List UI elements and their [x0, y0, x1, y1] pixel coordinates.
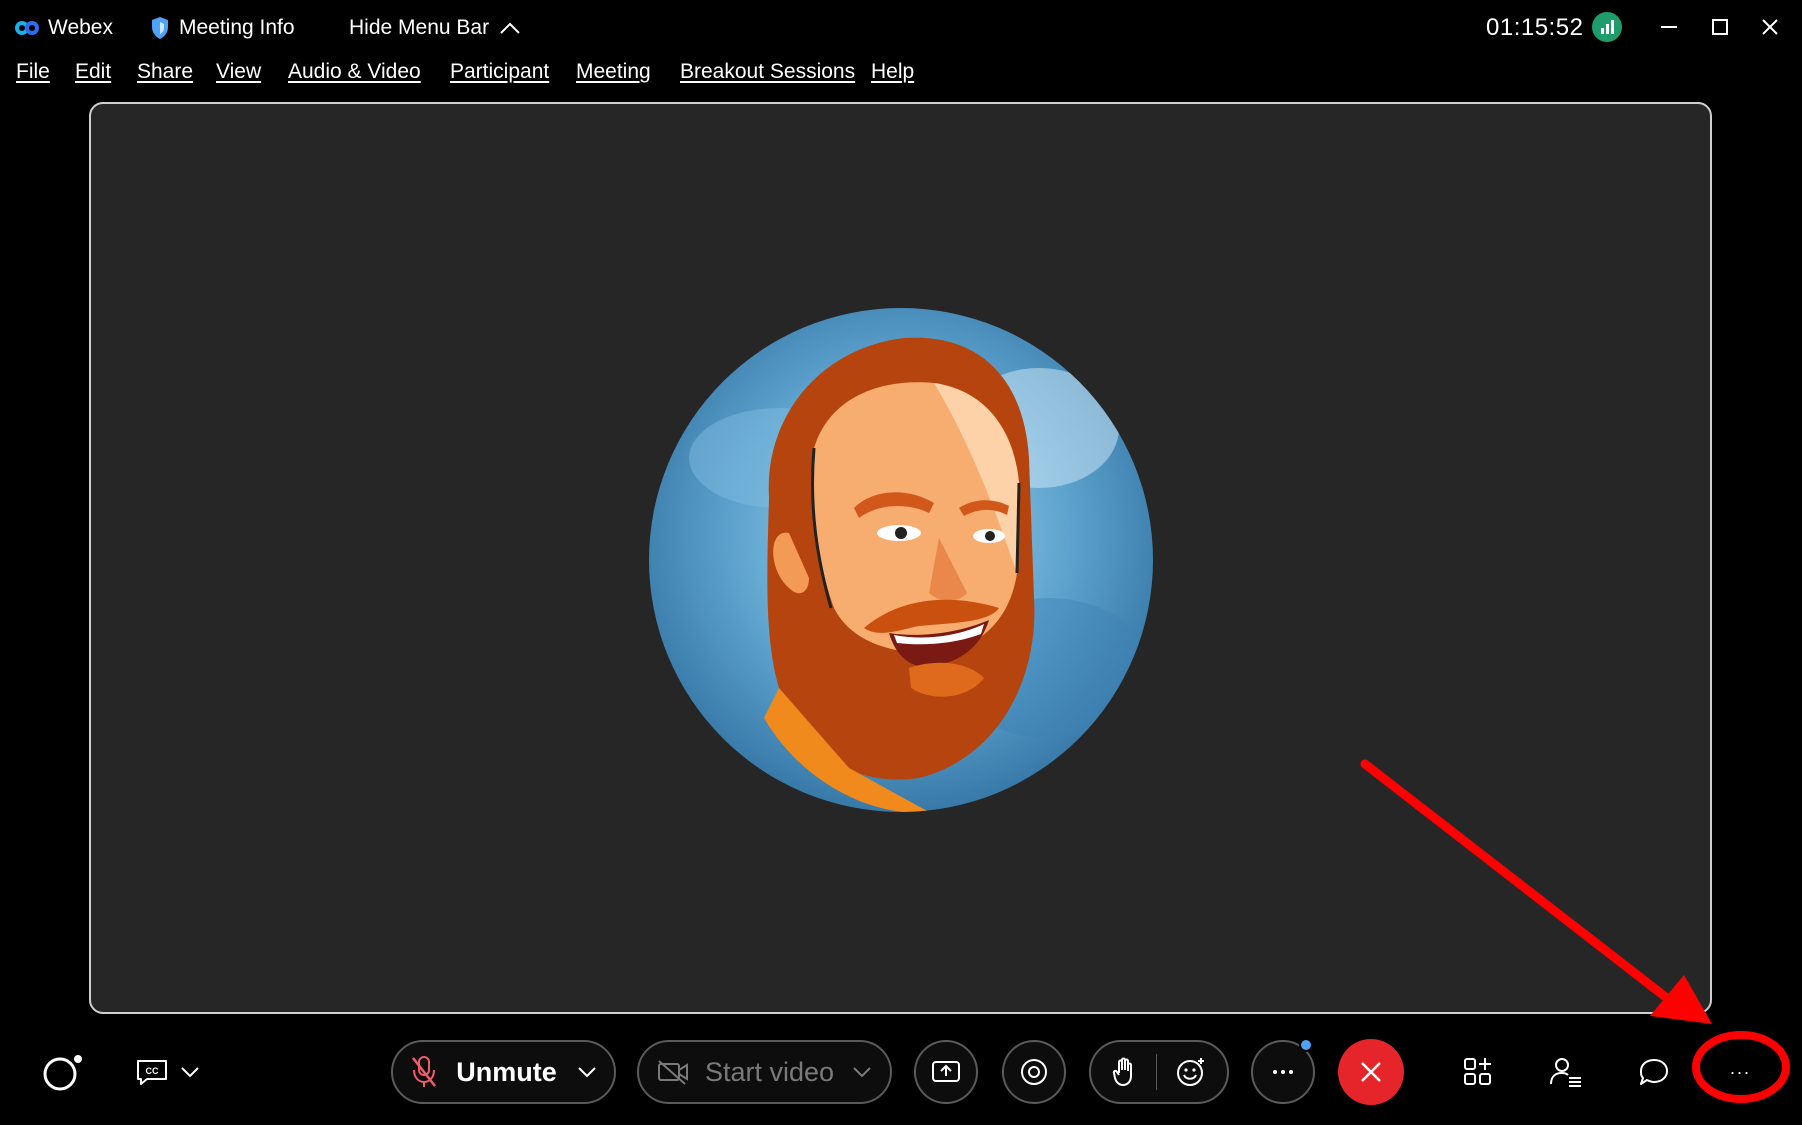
divider [1155, 1054, 1157, 1090]
close-icon [1762, 19, 1778, 35]
close-window-button[interactable] [1753, 10, 1787, 44]
microphone-muted-icon [412, 1056, 437, 1087]
more-icon [1273, 1070, 1293, 1074]
menu-file[interactable]: File [16, 60, 50, 84]
avatar-illustration [649, 308, 1153, 812]
share-screen-icon [932, 1061, 960, 1082]
end-call-button[interactable] [1338, 1039, 1404, 1105]
record-button[interactable] [1002, 1040, 1066, 1104]
hide-menu-bar-label: Hide Menu Bar [349, 16, 490, 39]
meeting-timer: 01:15:52 [1486, 14, 1584, 41]
video-stage [89, 102, 1712, 1014]
minimize-icon [1661, 26, 1677, 28]
menu-participant[interactable]: Participant [450, 60, 549, 84]
closed-captions-icon: CC [137, 1060, 167, 1085]
participants-icon [1550, 1058, 1581, 1087]
menu-breakout-sessions[interactable]: Breakout Sessions [680, 60, 855, 84]
apps-button[interactable] [1456, 1040, 1500, 1104]
menu-meeting[interactable]: Meeting [576, 60, 651, 84]
unmute-label: Unmute [456, 1056, 557, 1087]
hand-reactions-group [1089, 1040, 1229, 1104]
maximize-button[interactable] [1703, 10, 1737, 44]
menu-help[interactable]: Help [871, 60, 914, 84]
chat-button[interactable] [1632, 1040, 1676, 1104]
end-call-icon [1361, 1062, 1381, 1082]
closed-captions-button[interactable]: CC [132, 1040, 204, 1104]
chevron-down-icon [181, 1067, 199, 1078]
maximize-icon [1712, 19, 1728, 35]
more-button[interactable]: ··· [1718, 1040, 1762, 1104]
share-button[interactable] [914, 1040, 978, 1104]
chevron-down-icon [578, 1067, 596, 1078]
chevron-down-icon [853, 1067, 871, 1078]
title-bar: Webex Meeting Info Hide Menu Bar 01:15:5… [0, 0, 1802, 54]
apps-icon [1464, 1058, 1491, 1085]
chat-icon [1640, 1059, 1668, 1085]
participant-avatar [649, 308, 1153, 812]
hide-menu-bar-button[interactable]: Hide Menu Bar [349, 10, 521, 46]
participants-button[interactable] [1544, 1040, 1588, 1104]
signal-icon[interactable] [1592, 12, 1622, 42]
record-icon [1021, 1059, 1047, 1085]
notification-dot [1299, 1038, 1313, 1052]
more-options-button[interactable] [1251, 1038, 1315, 1104]
raise-hand-icon[interactable] [1112, 1056, 1138, 1088]
meeting-info-label: Meeting Info [179, 16, 295, 39]
shield-icon [152, 17, 168, 39]
start-video-label: Start video [704, 1056, 835, 1087]
app-name: Webex [48, 16, 113, 39]
more-label: ··· [1729, 1061, 1751, 1082]
menu-share[interactable]: Share [137, 60, 193, 84]
activity-button[interactable] [38, 1040, 86, 1104]
app-brand: Webex [14, 10, 113, 46]
menu-edit[interactable]: Edit [75, 60, 111, 84]
meeting-info-button[interactable]: Meeting Info [150, 10, 295, 46]
menu-view[interactable]: View [216, 60, 261, 84]
activity-icon [43, 1055, 82, 1091]
chevron-up-icon [500, 22, 520, 34]
webex-logo-icon [15, 21, 39, 35]
unmute-button[interactable]: Unmute [391, 1040, 616, 1104]
start-video-button[interactable]: Start video [637, 1040, 892, 1104]
reactions-icon[interactable] [1175, 1056, 1207, 1088]
minimize-button[interactable] [1652, 10, 1686, 44]
menu-audio-video[interactable]: Audio & Video [288, 60, 421, 84]
video-off-icon [657, 1060, 688, 1085]
cc-text: CC [146, 1066, 159, 1076]
